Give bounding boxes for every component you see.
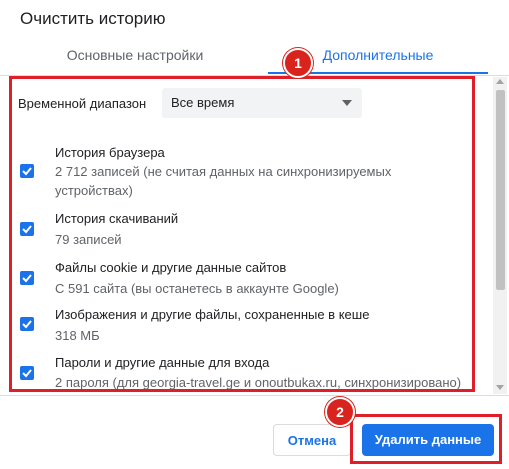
annotation-badge-1: 1: [283, 48, 313, 78]
tab-bar: Основные настройки Дополнительные: [0, 40, 509, 76]
cancel-button[interactable]: Отмена: [273, 424, 351, 456]
scroll-down-arrow-icon[interactable]: [496, 385, 504, 390]
annotation-badge-2: 2: [325, 397, 355, 427]
annotation-highlight-settings: [9, 76, 475, 392]
scrollbar-thumb[interactable]: [496, 90, 505, 290]
scroll-up-arrow-icon[interactable]: [496, 79, 504, 84]
tab-basic-settings[interactable]: Основные настройки: [40, 40, 230, 74]
dialog-title: Очистить историю: [20, 9, 166, 28]
annotation-highlight-delete: [350, 414, 502, 464]
content-divider: [0, 395, 509, 396]
